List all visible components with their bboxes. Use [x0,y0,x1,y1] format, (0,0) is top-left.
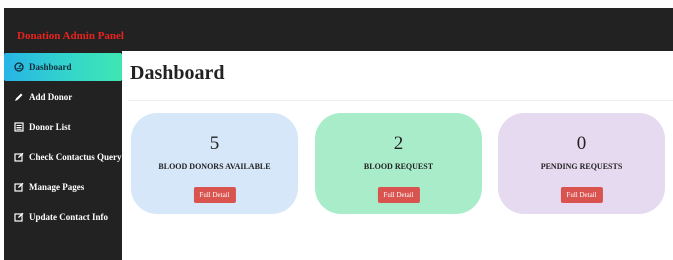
stat-card-pending-requests: 0 PENDING REQUESTS Full Detail [498,113,665,214]
sidebar-item-label: Add Donor [29,92,73,102]
sidebar-item-check-contactus-query[interactable]: Check Contactus Query [4,143,122,171]
page-title: Dashboard [130,62,225,84]
sidebar-item-label: Manage Pages [29,182,85,192]
edit-icon [14,182,24,192]
top-navbar: Donation Admin Panel [4,8,673,51]
sidebar-item-label: Donor List [29,122,71,132]
stat-label: PENDING REQUESTS [540,162,623,171]
sidebar-item-label: Check Contactus Query [29,152,122,162]
sidebar-item-manage-pages[interactable]: Manage Pages [4,173,122,201]
sidebar: Dashboard Add Donor Donor List Check Con… [4,51,122,260]
sidebar-item-dashboard[interactable]: Dashboard [4,53,122,81]
divider [128,100,673,101]
sidebar-item-add-donor[interactable]: Add Donor [4,83,122,111]
sidebar-item-donor-list[interactable]: Donor List [4,113,122,141]
pencil-icon [14,92,24,102]
brand-title[interactable]: Donation Admin Panel [17,30,124,42]
stat-count: 5 [209,133,220,154]
stat-card-blood-donors: 5 BLOOD DONORS AVAILABLE Full Detail [131,113,298,214]
edit-icon [14,212,24,222]
stat-label: BLOOD DONORS AVAILABLE [158,162,271,171]
sidebar-item-label: Update Contact Info [29,212,109,222]
top-margin [0,0,673,8]
dashboard-icon [14,62,24,72]
stat-label: BLOOD REQUEST [363,162,434,171]
stat-count: 2 [393,133,404,154]
sidebar-item-update-contact-info[interactable]: Update Contact Info [4,203,122,231]
stat-count: 0 [576,133,587,154]
edit-icon [14,152,24,162]
sidebar-item-label: Dashboard [29,62,72,72]
list-icon [14,122,24,132]
full-detail-button[interactable]: Full Detail [560,187,603,203]
stat-card-blood-request: 2 BLOOD REQUEST Full Detail [315,113,482,214]
full-detail-button[interactable]: Full Detail [377,187,420,203]
full-detail-button[interactable]: Full Detail [193,187,236,203]
